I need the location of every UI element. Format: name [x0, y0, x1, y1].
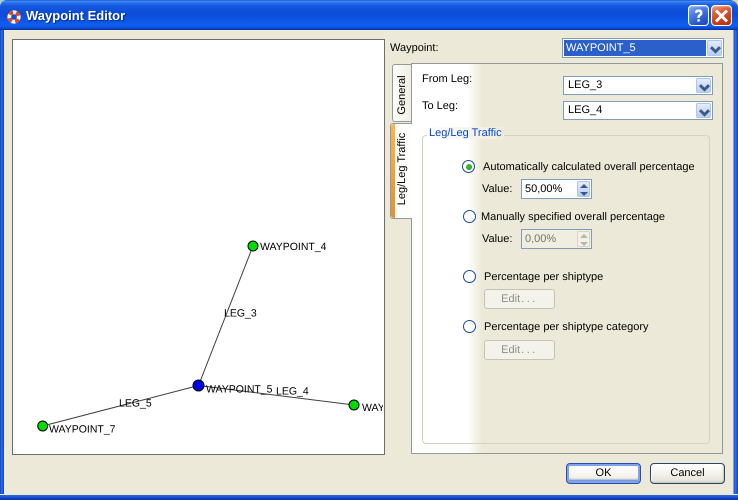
svg-text:WAY: WAY — [362, 402, 383, 414]
svg-text:LEG_5: LEG_5 — [119, 398, 152, 410]
svg-text:LEG_3: LEG_3 — [224, 308, 257, 320]
svg-text:WAYPOINT_7: WAYPOINT_7 — [49, 424, 116, 436]
svg-text:WAYPOINT_5: WAYPOINT_5 — [206, 384, 273, 396]
svg-text:LEG_4: LEG_4 — [276, 386, 309, 398]
svg-text:WAYPOINT_4: WAYPOINT_4 — [260, 241, 327, 253]
